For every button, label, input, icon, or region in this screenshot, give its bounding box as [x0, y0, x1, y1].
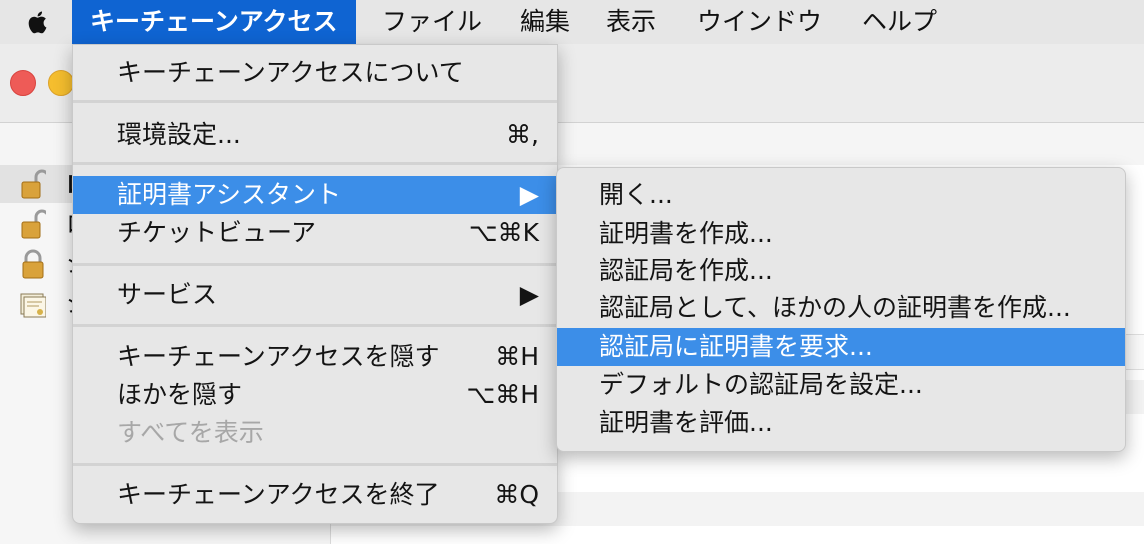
menu-item-label: 認証局を作成...: [599, 256, 773, 285]
certificate-icon: [20, 293, 46, 318]
menu-item-shortcut: ⌘,: [506, 120, 539, 149]
menu-item-label: サービス: [117, 280, 218, 309]
certificate-assistant-submenu: 開く... 証明書を作成... 認証局を作成... 認証局として、ほかの人の証明…: [556, 167, 1126, 452]
apple-icon[interactable]: [24, 8, 52, 36]
menu-separator: [73, 463, 557, 466]
menu-item-shortcut: ⌘Q: [494, 480, 539, 509]
submenu-arrow-icon: ▶: [519, 180, 539, 209]
menu-item-label: 認証局として、ほかの人の証明書を作成...: [599, 293, 1071, 322]
menu-item-label: デフォルトの認証局を設定...: [599, 370, 923, 399]
menu-item-label: 証明書を評価...: [599, 408, 773, 437]
menu-item-label: チケットビューア: [117, 218, 317, 247]
menu-item-show-all: すべてを表示: [73, 414, 557, 452]
menu-item-label: 開く...: [599, 180, 673, 209]
menubar-item-keychain-access[interactable]: キーチェーンアクセス: [72, 0, 356, 44]
menubar-item-edit[interactable]: 編集: [520, 0, 570, 44]
menu-item-label: キーチェーンアクセスを隠す: [117, 342, 440, 371]
menu-item-label: キーチェーンアクセスについて: [117, 58, 464, 87]
submenu-item-create-ca[interactable]: 認証局を作成...: [557, 252, 1125, 290]
menu-item-shortcut: ⌥⌘H: [466, 380, 539, 409]
menu-item-label: 環境設定...: [117, 120, 241, 149]
menu-separator: [73, 324, 557, 327]
menu-item-about[interactable]: キーチェーンアクセスについて: [73, 54, 557, 92]
menubar-item-window[interactable]: ウインドウ: [697, 0, 822, 44]
menu-item-hide-app[interactable]: キーチェーンアクセスを隠す ⌘H: [73, 338, 557, 376]
menu-item-label: キーチェーンアクセスを終了: [117, 480, 440, 509]
minimize-window-button[interactable]: [48, 70, 74, 96]
menu-item-certificate-assistant[interactable]: 証明書アシスタント ▶: [73, 176, 557, 214]
menu-item-label: 証明書を作成...: [599, 219, 773, 248]
menubar-item-help[interactable]: ヘルプ: [862, 0, 937, 44]
menu-item-preferences[interactable]: 環境設定... ⌘,: [73, 116, 557, 154]
menu-item-hide-others[interactable]: ほかを隠す ⌥⌘H: [73, 376, 557, 414]
menu-item-label: 認証局に証明書を要求...: [599, 332, 873, 361]
menu-item-shortcut: ⌥⌘K: [468, 218, 539, 247]
unlocked-padlock-icon: [21, 169, 46, 199]
menu-separator: [73, 162, 557, 165]
submenu-item-create-certificate[interactable]: 証明書を作成...: [557, 215, 1125, 253]
menu-separator: [73, 100, 557, 103]
menu-item-label: すべてを表示: [117, 418, 264, 447]
menu-separator: [73, 263, 557, 266]
submenu-item-open[interactable]: 開く...: [557, 176, 1125, 214]
locked-padlock-icon: [22, 249, 44, 279]
menubar-item-file[interactable]: ファイル: [382, 0, 482, 44]
menu-bar: キーチェーンアクセス ファイル 編集 表示 ウインドウ ヘルプ: [0, 0, 1144, 44]
menu-item-services[interactable]: サービス ▶: [73, 276, 557, 314]
menu-item-ticket-viewer[interactable]: チケットビューア ⌥⌘K: [73, 214, 557, 252]
submenu-item-set-default-ca[interactable]: デフォルトの認証局を設定...: [557, 366, 1125, 404]
close-window-button[interactable]: [10, 70, 36, 96]
menu-item-quit[interactable]: キーチェーンアクセスを終了 ⌘Q: [73, 476, 557, 514]
menu-item-shortcut: ⌘H: [495, 342, 539, 371]
menu-item-label: ほかを隠す: [117, 380, 243, 409]
submenu-arrow-icon: ▶: [519, 280, 539, 309]
app-menu: キーチェーンアクセスについて 環境設定... ⌘, 証明書アシスタント ▶ チケ…: [72, 44, 558, 524]
menubar-item-view[interactable]: 表示: [606, 0, 656, 44]
submenu-item-create-cert-for-others[interactable]: 認証局として、ほかの人の証明書を作成...: [557, 289, 1125, 327]
menu-item-label: 証明書アシスタント: [117, 180, 342, 209]
unlocked-padlock-icon: [21, 209, 46, 239]
submenu-item-evaluate-certificate[interactable]: 証明書を評価...: [557, 404, 1125, 442]
submenu-item-request-certificate[interactable]: 認証局に証明書を要求...: [557, 328, 1125, 366]
